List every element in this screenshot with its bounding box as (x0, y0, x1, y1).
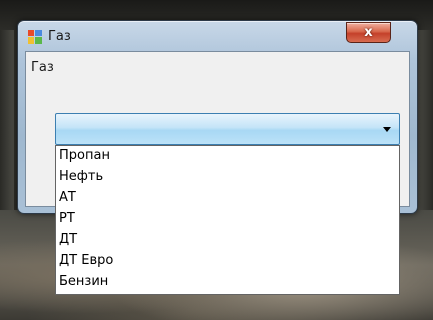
dropdown-item-propan[interactable]: Пропан (59, 148, 110, 164)
gas-combobox[interactable] (55, 113, 400, 145)
gas-dropdown-list: Пропан Нефть АТ РТ ДТ ДТ Евро Бензин (55, 145, 400, 295)
dropdown-item-benzin[interactable]: Бензин (59, 274, 108, 290)
dropdown-item-dt-evro[interactable]: ДТ Евро (59, 253, 113, 269)
dropdown-item-at[interactable]: АТ (59, 190, 76, 206)
chevron-down-icon[interactable] (383, 127, 391, 132)
dropdown-item-dt[interactable]: ДТ (59, 232, 77, 248)
gas-field-label: Газ (31, 60, 54, 75)
window-title: Газ (48, 29, 71, 44)
app-icon (28, 30, 42, 44)
desktop-background-right (418, 30, 433, 230)
close-button[interactable]: x (346, 22, 391, 43)
title-bar[interactable]: Газ x (18, 21, 417, 51)
close-icon: x (364, 25, 373, 40)
desktop-background-left (0, 30, 14, 230)
dropdown-item-neft[interactable]: Нефть (59, 169, 103, 185)
dropdown-item-rt[interactable]: РТ (59, 211, 75, 227)
